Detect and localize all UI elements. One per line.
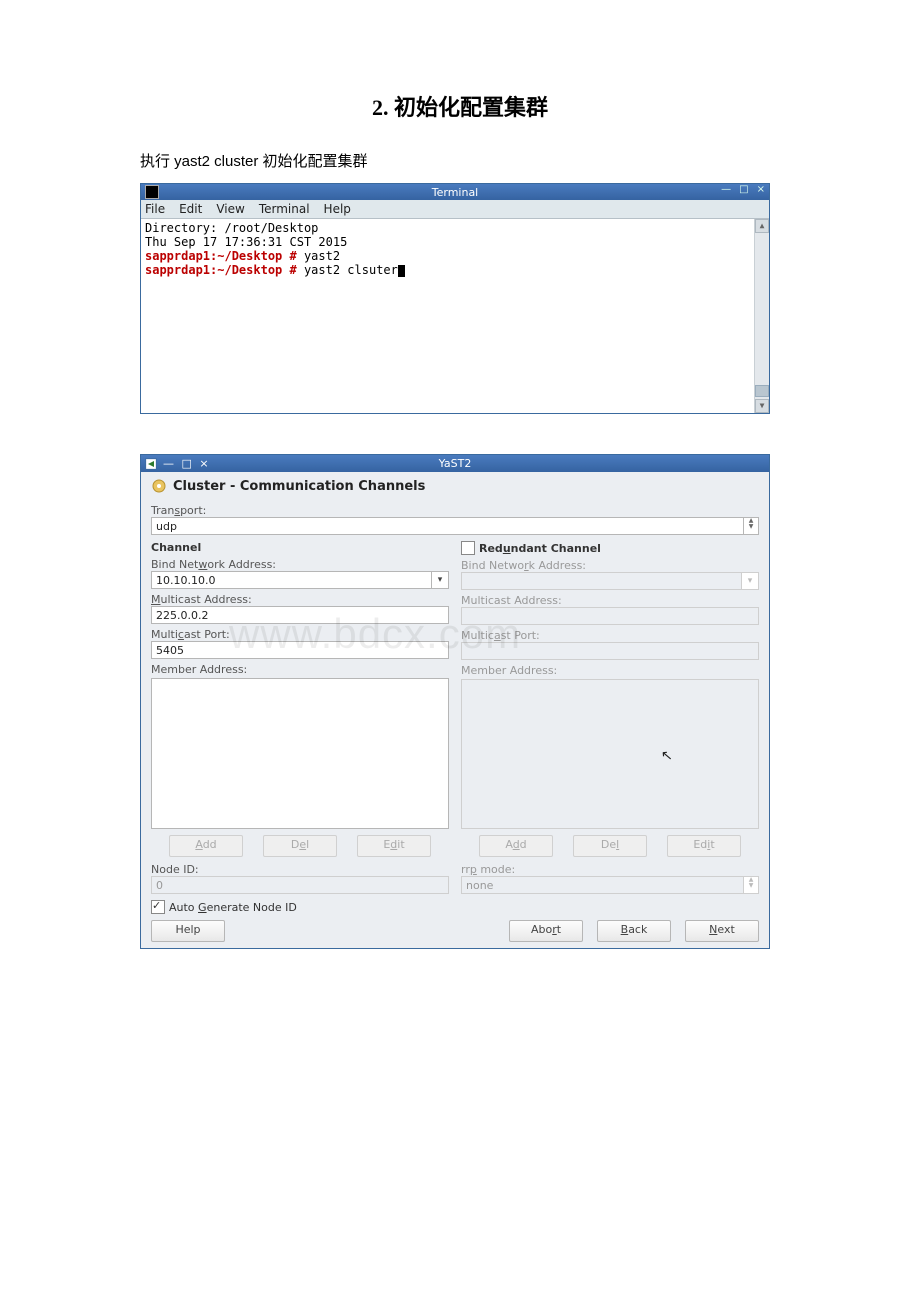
section-heading: 2. 初始化配置集群 — [140, 90, 780, 122]
chevron-down-icon: ▾ — [742, 572, 759, 590]
cursor-icon: ↖ — [661, 748, 674, 765]
bind-label: Bind Network Address: — [151, 558, 449, 571]
r-mcast-addr-value — [461, 607, 759, 625]
cursor-block-icon — [398, 265, 405, 277]
terminal-title: Terminal — [141, 186, 769, 199]
add-button: Add — [169, 835, 243, 857]
channel-buttons: Add Del Edit — [151, 835, 449, 857]
terminal-window: Terminal — □ × File Edit View Terminal H… — [140, 183, 770, 414]
scroll-down-icon[interactable]: ▼ — [755, 399, 769, 413]
redundant-column: Redundant Channel Bind Network Address: … — [461, 535, 759, 894]
channel-title: Channel — [151, 541, 449, 554]
r-mcast-addr-label: Multicast Address: — [461, 594, 759, 607]
yast-window: YaST2 — □ × www.bdcx.com Cluster - Commu… — [140, 454, 770, 949]
nodeid-label: Node ID: — [151, 863, 449, 876]
terminal-line: Directory: /root/Desktop — [145, 221, 765, 235]
r-del-button: Del — [573, 835, 647, 857]
intro-text: 执行 yast2 cluster 初始化配置集群 — [140, 150, 780, 171]
close-icon[interactable]: × — [197, 457, 210, 470]
maximize-icon[interactable]: □ — [180, 457, 194, 470]
abort-button[interactable]: Abort — [509, 920, 583, 942]
command: yast2 — [297, 249, 340, 263]
yast-icon — [145, 458, 157, 470]
menu-view[interactable]: View — [216, 202, 244, 216]
r-bind-label: Bind Network Address: — [461, 559, 759, 572]
scroll-up-icon[interactable]: ▲ — [755, 219, 769, 233]
scrollbar-track[interactable] — [755, 233, 769, 399]
r-member-label: Member Address: — [461, 664, 759, 677]
auto-generate-label: Auto Generate Node ID — [169, 901, 297, 914]
checkbox-icon[interactable] — [151, 900, 165, 914]
window-buttons: — □ × — [719, 184, 767, 195]
terminal-titlebar: Terminal — □ × — [141, 184, 769, 200]
help-button[interactable]: Help — [151, 920, 225, 942]
rrp-value: none — [461, 876, 744, 894]
menu-edit[interactable]: Edit — [179, 202, 202, 216]
del-button: Del — [263, 835, 337, 857]
r-bind-value — [461, 572, 742, 590]
terminal-scrollbar[interactable]: ▲ ▼ — [754, 219, 769, 413]
scrollbar-thumb[interactable] — [755, 385, 769, 397]
close-icon[interactable]: × — [755, 184, 767, 195]
bottom-row: Help Abort Back Next — [151, 920, 759, 942]
minimize-icon[interactable]: — — [161, 457, 176, 470]
transport-combo[interactable]: udp ▲▼ — [151, 517, 759, 535]
back-button[interactable]: Back — [597, 920, 671, 942]
maximize-icon[interactable]: □ — [737, 184, 750, 195]
yast-content: www.bdcx.com Cluster - Communication Cha… — [141, 472, 769, 948]
minimize-icon[interactable]: — — [719, 184, 733, 195]
yast-header-text: Cluster - Communication Channels — [173, 479, 425, 494]
next-button[interactable]: Next — [685, 920, 759, 942]
terminal-line: Thu Sep 17 17:36:31 CST 2015 — [145, 235, 765, 249]
terminal-line: sapprdap1:~/Desktop # yast2 clsuter — [145, 263, 765, 277]
bind-value[interactable]: 10.10.10.0 — [151, 571, 432, 589]
command: yast2 clsuter — [297, 263, 398, 277]
heading-text: 初始化配置集群 — [394, 95, 548, 120]
auto-generate-checkbox[interactable]: Auto Generate Node ID — [151, 900, 759, 914]
menu-help[interactable]: Help — [324, 202, 351, 216]
r-bind-combo: ▾ — [461, 572, 759, 590]
edit-button: Edit — [357, 835, 431, 857]
member-list[interactable] — [151, 678, 449, 829]
r-mcast-port-value — [461, 642, 759, 660]
member-label: Member Address: — [151, 663, 449, 676]
terminal-icon — [145, 185, 159, 199]
yast-title: YaST2 — [141, 457, 769, 470]
menu-terminal[interactable]: Terminal — [259, 202, 310, 216]
rrp-combo: none ▲▼ — [461, 876, 759, 894]
menu-file[interactable]: File — [145, 202, 165, 216]
rrp-label: rrp mode: — [461, 863, 759, 876]
transport-label: Transport: — [151, 504, 759, 517]
redundant-buttons: Add Del Edit — [461, 835, 759, 857]
nodeid-value: 0 — [151, 876, 449, 894]
window-buttons: — □ × — [161, 457, 211, 470]
mcast-addr-value[interactable]: 225.0.0.2 — [151, 606, 449, 624]
spinner-icon: ▲▼ — [744, 876, 759, 894]
redundant-checkbox[interactable]: Redundant Channel — [461, 541, 759, 555]
terminal-menubar: File Edit View Terminal Help — [141, 200, 769, 219]
channel-column: Channel Bind Network Address: 10.10.10.0… — [151, 535, 449, 894]
chevron-down-icon[interactable]: ▾ — [432, 571, 449, 589]
bind-combo[interactable]: 10.10.10.0 ▾ — [151, 571, 449, 589]
r-edit-button: Edit — [667, 835, 741, 857]
terminal-line: sapprdap1:~/Desktop # yast2 — [145, 249, 765, 263]
checkbox-icon[interactable] — [461, 541, 475, 555]
spinner-icon[interactable]: ▲▼ — [744, 517, 759, 535]
yast-header: Cluster - Communication Channels — [151, 478, 759, 494]
prompt: sapprdap1:~/Desktop # — [145, 263, 297, 277]
mcast-addr-label: Multicast Address: — [151, 593, 449, 606]
gear-icon — [151, 478, 167, 494]
mcast-port-value[interactable]: 5405 — [151, 641, 449, 659]
terminal-body[interactable]: Directory: /root/Desktop Thu Sep 17 17:3… — [141, 219, 769, 413]
prompt: sapprdap1:~/Desktop # — [145, 249, 297, 263]
r-mcast-port-label: Multicast Port: — [461, 629, 759, 642]
yast-titlebar: YaST2 — □ × — [141, 455, 769, 472]
transport-value[interactable]: udp — [151, 517, 744, 535]
r-member-list: ↖ — [461, 679, 759, 829]
mcast-port-label: Multicast Port: — [151, 628, 449, 641]
r-add-button: Add — [479, 835, 553, 857]
redundant-title: Redundant Channel — [479, 542, 601, 555]
heading-number: 2. — [372, 95, 389, 120]
